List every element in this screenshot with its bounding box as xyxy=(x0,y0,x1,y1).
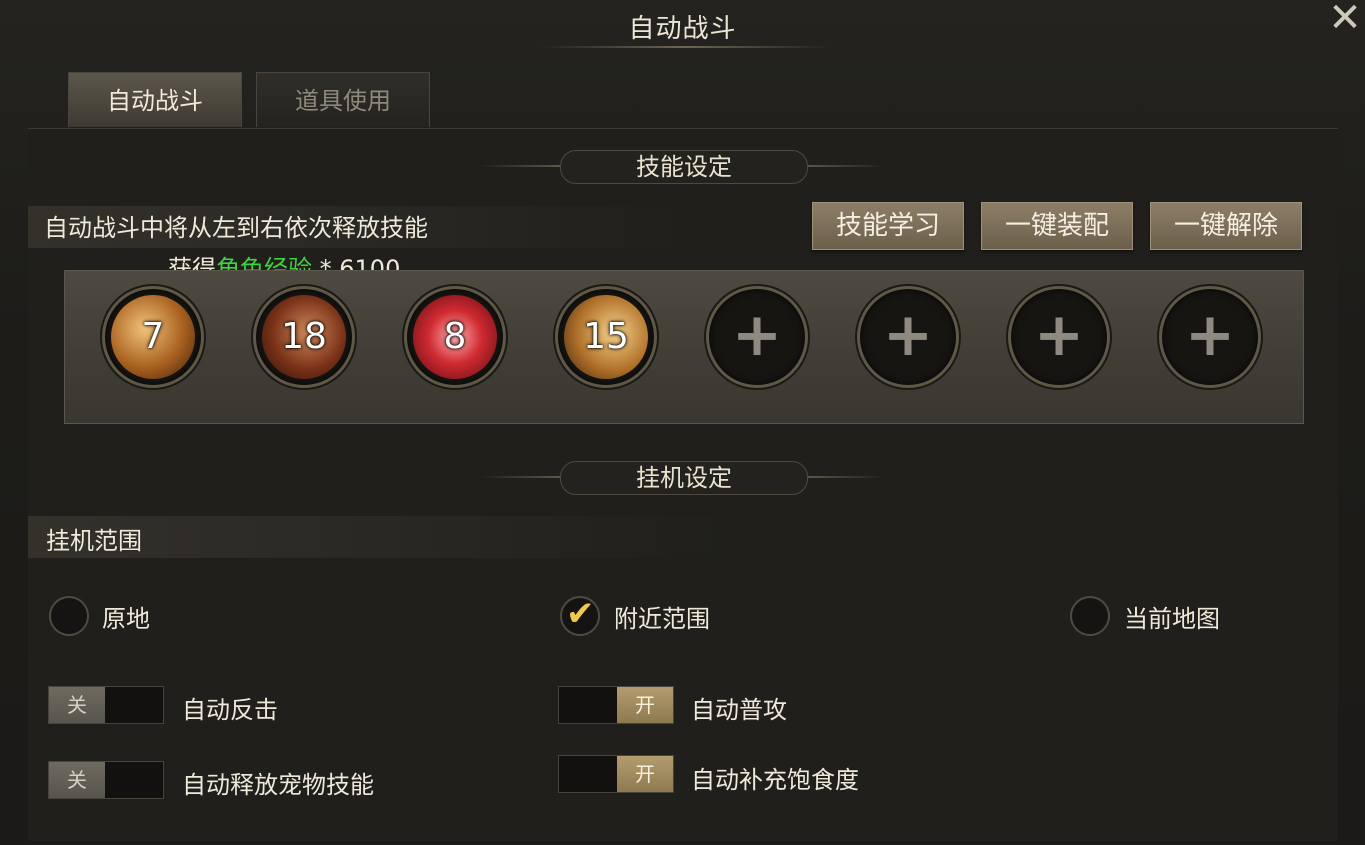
section-divider xyxy=(480,165,560,167)
window-title: 自动战斗 xyxy=(628,14,737,44)
toggle-label: 自动普攻 xyxy=(691,696,787,724)
close-icon[interactable]: ✕ xyxy=(1325,0,1365,40)
radio-label: 当前地图 xyxy=(1124,605,1220,633)
empty-skill-slot[interactable]: + xyxy=(706,286,808,388)
title-divider xyxy=(540,46,830,48)
empty-skill-slot[interactable]: + xyxy=(1159,286,1261,388)
empty-skill-slot[interactable]: + xyxy=(1008,286,1110,388)
idle-settings-title: 挂机设定 xyxy=(560,461,808,495)
radio-nearby-range[interactable]: ✔ xyxy=(560,594,600,636)
plus-icon: + xyxy=(1033,300,1085,370)
toggle-knob: 开 xyxy=(617,687,673,723)
radio-label: 原地 xyxy=(102,605,150,633)
auto-normal-attack-toggle[interactable]: 开 xyxy=(558,686,674,724)
skill-order-description: 自动战斗中将从左到右依次释放技能 xyxy=(44,214,428,242)
skill-slot[interactable]: 18 xyxy=(253,286,355,388)
skill-learn-button[interactable]: 技能学习 xyxy=(812,202,964,250)
toggle-knob: 关 xyxy=(49,687,105,723)
skill-level: 18 xyxy=(281,316,327,357)
equip-all-button[interactable]: 一键装配 xyxy=(981,202,1133,250)
toggle-knob: 开 xyxy=(617,756,673,792)
section-divider xyxy=(480,476,560,478)
empty-skill-slot[interactable]: + xyxy=(857,286,959,388)
skill-settings-title: 技能设定 xyxy=(560,150,808,184)
plus-icon: + xyxy=(731,300,783,370)
toggle-label: 自动反击 xyxy=(182,696,278,724)
skill-slot[interactable]: 8 xyxy=(404,286,506,388)
skill-slot[interactable]: 7 xyxy=(102,286,204,388)
plus-icon: + xyxy=(882,300,934,370)
auto-battle-window: 自动战斗 ✕ 自动战斗 道具使用 技能设定 自动战斗中将从左到右依次释放技能 获… xyxy=(0,0,1365,845)
radio-current-map[interactable] xyxy=(1070,596,1110,636)
skill-level: 15 xyxy=(583,316,629,357)
tab-auto-battle[interactable]: 自动战斗 xyxy=(68,72,242,127)
toggle-knob: 关 xyxy=(49,762,105,798)
toggle-label: 自动释放宠物技能 xyxy=(182,771,374,799)
auto-pet-skill-toggle[interactable]: 关 xyxy=(48,761,164,799)
idle-range-label: 挂机范围 xyxy=(46,527,142,555)
auto-counterattack-toggle[interactable]: 关 xyxy=(48,686,164,724)
checkmark-icon: ✔ xyxy=(566,594,595,634)
plus-icon: + xyxy=(1184,300,1236,370)
radio-label: 附近范围 xyxy=(614,605,710,633)
section-divider xyxy=(806,165,886,167)
skill-level: 8 xyxy=(443,316,467,357)
auto-satiety-toggle[interactable]: 开 xyxy=(558,755,674,793)
section-divider xyxy=(806,476,886,478)
remove-all-button[interactable]: 一键解除 xyxy=(1150,202,1302,250)
skill-slot[interactable]: 15 xyxy=(555,286,657,388)
skill-slot-strip xyxy=(64,270,1304,424)
toggle-label: 自动补充饱食度 xyxy=(691,766,859,794)
radio-stay-in-place[interactable] xyxy=(49,596,89,636)
tab-item-use[interactable]: 道具使用 xyxy=(256,72,430,127)
skill-level: 7 xyxy=(141,316,165,357)
